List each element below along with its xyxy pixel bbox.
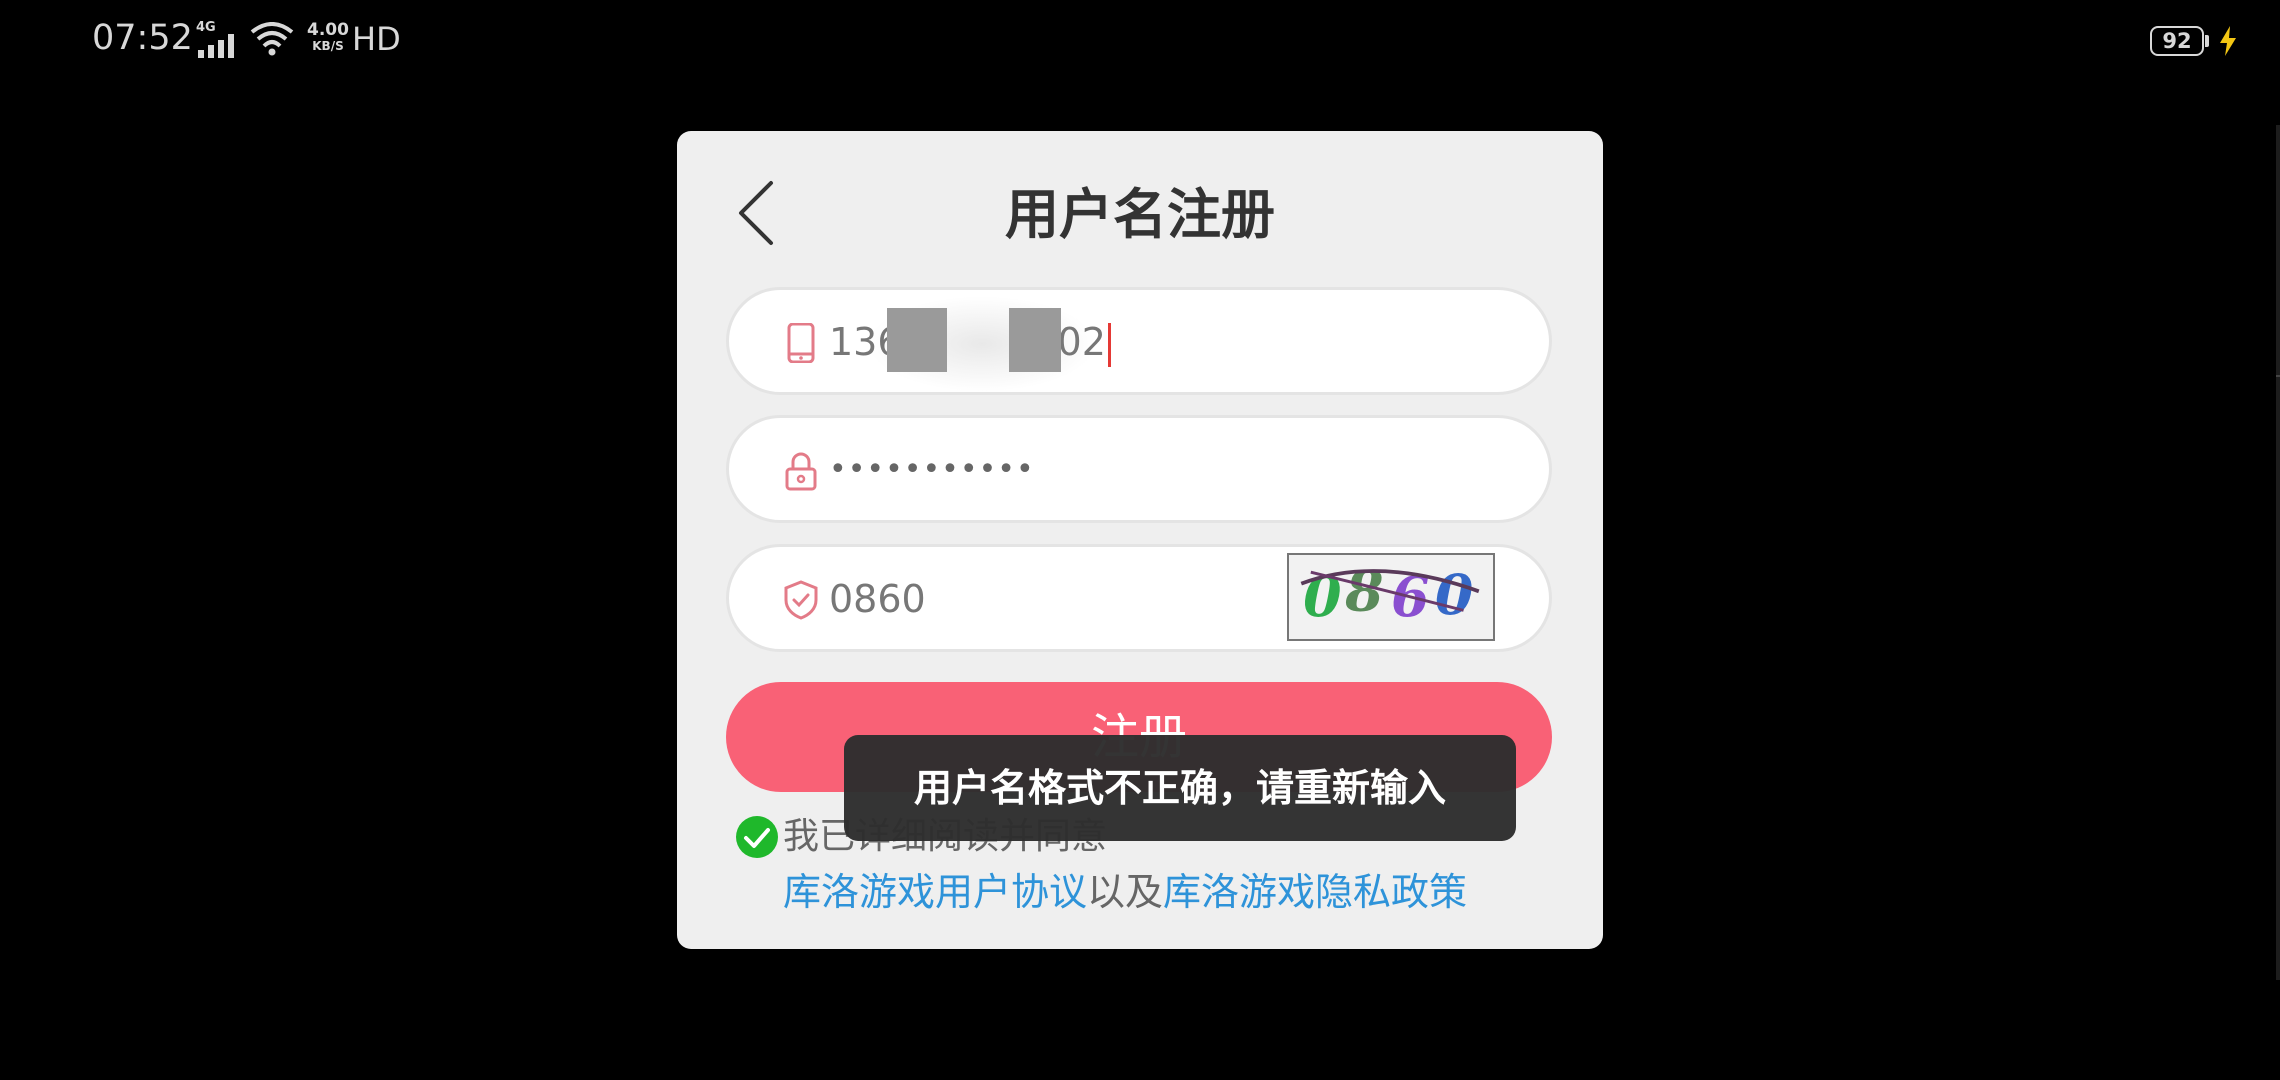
password-input[interactable]: ••••••••••• — [829, 440, 1035, 500]
battery-icon: 92 — [2150, 26, 2204, 56]
privacy-policy-link[interactable]: 库洛游戏隐私政策 — [1163, 870, 1467, 914]
redaction-block — [887, 308, 947, 372]
network-type: 4G — [196, 20, 216, 35]
wifi-icon — [250, 22, 294, 56]
screen-edge-divider — [2276, 125, 2280, 980]
error-toast: 用户名格式不正确，请重新输入 — [844, 735, 1516, 841]
charging-icon — [2220, 26, 2236, 56]
text-cursor — [1107, 322, 1111, 367]
network-speed: 4.00 KB/S — [307, 20, 349, 54]
status-bar: 07:52 4G 4.00 KB/S HD 92 — [0, 0, 2280, 84]
user-agreement-link[interactable]: 库洛游戏用户协议 — [783, 870, 1087, 914]
password-field[interactable]: ••••••••••• — [726, 415, 1552, 523]
lock-icon — [785, 452, 817, 491]
svg-text:8: 8 — [1344, 559, 1384, 624]
phone-icon — [787, 323, 815, 363]
username-input[interactable]: 136 02 — [829, 310, 1111, 374]
status-time: 07:52 — [92, 18, 193, 58]
redaction-block — [1009, 308, 1061, 372]
svg-text:0: 0 — [1435, 563, 1474, 628]
agreement-links: 库洛游戏用户协议以及库洛游戏隐私政策 — [783, 867, 1467, 917]
captcha-input[interactable]: 0860 — [829, 567, 926, 631]
hd-indicator: HD — [352, 20, 401, 58]
agreement-connector: 以及 — [1087, 870, 1164, 914]
dialog-title: 用户名注册 — [1005, 183, 1275, 246]
captcha-image[interactable]: 0 8 6 0 — [1287, 553, 1495, 641]
battery-tip — [2205, 35, 2209, 47]
shield-check-icon — [784, 580, 818, 620]
username-field[interactable]: 136 02 — [726, 287, 1552, 395]
cellular-signal-icon: 4G — [196, 20, 242, 58]
agree-checkbox-icon[interactable] — [735, 815, 779, 859]
